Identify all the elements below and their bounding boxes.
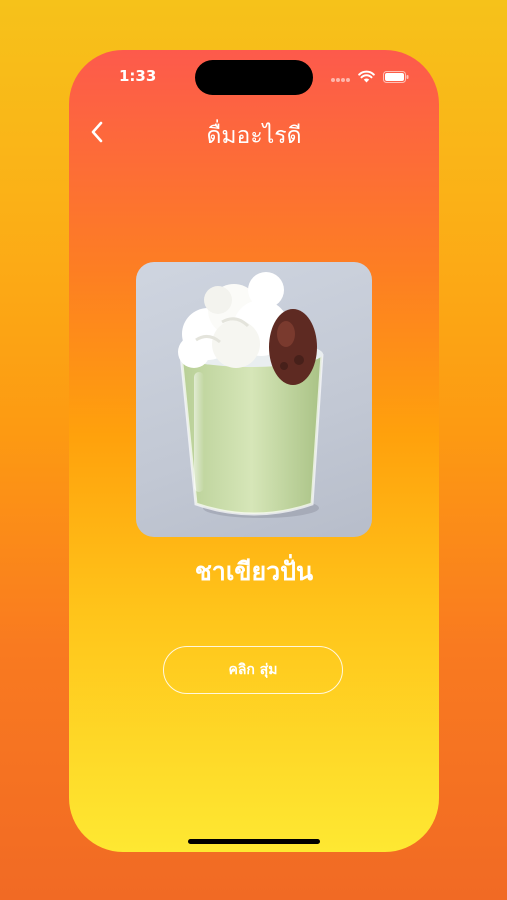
status-time: 1:33 [119, 67, 157, 85]
page-title: ดื่มอะไรดี [206, 123, 302, 149]
phone-screen: 1:33 ดื่มอะไรดี ชาเขียวปั่น คลิก สุ่ม [69, 50, 439, 852]
wifi-icon [358, 68, 375, 87]
random-button[interactable]: คลิก สุ่ม [163, 646, 343, 694]
battery-icon [383, 68, 409, 87]
status-icons [330, 68, 409, 87]
dynamic-island [195, 60, 313, 95]
signal-dots-icon [330, 68, 350, 87]
drink-name: ชาเขียวปั่น [194, 557, 314, 586]
random-button-label: คลิก สุ่ม [228, 662, 278, 678]
home-indicator[interactable] [188, 839, 320, 844]
drink-image [136, 262, 372, 537]
